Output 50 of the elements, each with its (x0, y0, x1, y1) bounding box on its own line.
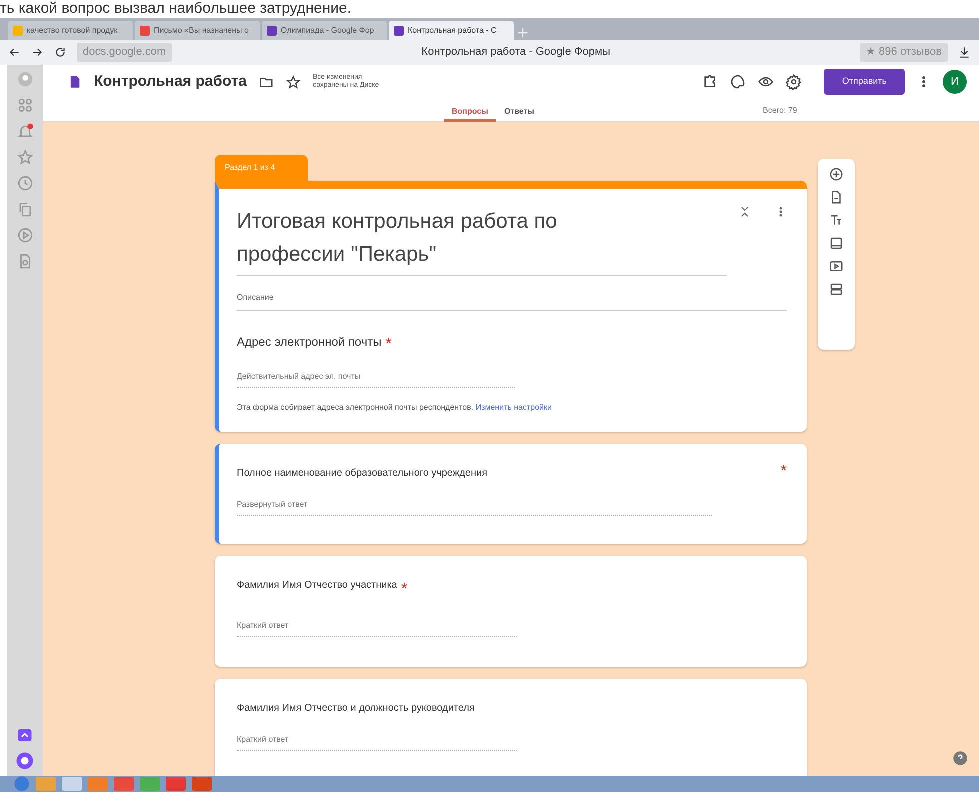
answer-field[interactable]: Развернутый ответ (237, 499, 712, 516)
settings-icon[interactable] (786, 74, 802, 90)
browser-tab[interactable]: качество готовой продук (8, 21, 133, 40)
form-tab[interactable]: Ответы (496, 99, 542, 122)
send-button[interactable]: Отправить (824, 69, 905, 95)
collapse-icon[interactable] (739, 205, 751, 219)
video-icon[interactable] (829, 259, 844, 274)
reload-icon[interactable] (54, 46, 67, 59)
bell-icon[interactable] (16, 123, 34, 140)
caption-text: ть какой вопрос вызвал наибольшее затруднение. (0, 0, 353, 18)
download-icon[interactable] (958, 46, 971, 59)
question-label: Адрес электронной почты (237, 334, 382, 351)
rating-badge[interactable]: ★ 896 отзывов (860, 43, 948, 62)
forward-icon[interactable] (31, 46, 44, 59)
palette-icon[interactable] (730, 74, 746, 90)
total-count: Всего: 79 (763, 105, 798, 117)
question-label: Полное наименование образовательного учреждения (237, 467, 488, 481)
back-icon[interactable] (8, 46, 21, 59)
browser-tab[interactable]: Контрольная работа - С (389, 21, 514, 40)
required-mark: * (401, 580, 408, 600)
form-icon (68, 73, 82, 91)
question-label: Фамилия Имя Отчество и должность руководителя (237, 702, 475, 716)
star-icon[interactable] (286, 74, 301, 90)
image-icon[interactable] (829, 236, 844, 251)
voice-assistant-icon[interactable] (16, 752, 34, 770)
import-icon[interactable] (829, 190, 844, 205)
form-tab[interactable]: Вопросы (444, 99, 496, 122)
note-text: Эта форма собирает адреса электронной почты респондентов. Изменить настройки (237, 402, 553, 414)
add-icon[interactable] (829, 167, 844, 182)
description-field[interactable]: Описание (237, 284, 787, 311)
settings-link[interactable]: Изменить настройки (476, 403, 552, 412)
required-mark: * (780, 462, 787, 482)
form-heading[interactable]: Итоговая контрольная работа по профессии "Пекарь" (237, 205, 727, 276)
page-title: Контрольная работа - Google Формы (420, 45, 612, 60)
question-label: Фамилия Имя Отчество участника (237, 579, 398, 593)
browser-tab[interactable]: Письмо «Вы назначены о (135, 21, 260, 40)
address-field[interactable]: docs.google.com (77, 43, 172, 62)
answer-field[interactable]: Краткий ответ (237, 620, 517, 637)
text-icon[interactable] (829, 213, 844, 228)
avatar[interactable]: И (943, 70, 967, 94)
help-icon[interactable] (953, 751, 968, 766)
browser-tab[interactable]: Олимпиада - Google Фор (262, 21, 387, 40)
answer-field[interactable]: Действительный адрес эл. почты (237, 371, 515, 388)
puzzle-icon[interactable] (702, 74, 718, 90)
start-icon[interactable] (14, 776, 30, 792)
answer-field[interactable]: Краткий ответ (237, 734, 517, 751)
form-title: Контрольная работа (94, 72, 247, 92)
required-mark: * (386, 335, 392, 355)
star-icon[interactable] (16, 149, 34, 166)
section-icon[interactable] (829, 282, 844, 297)
